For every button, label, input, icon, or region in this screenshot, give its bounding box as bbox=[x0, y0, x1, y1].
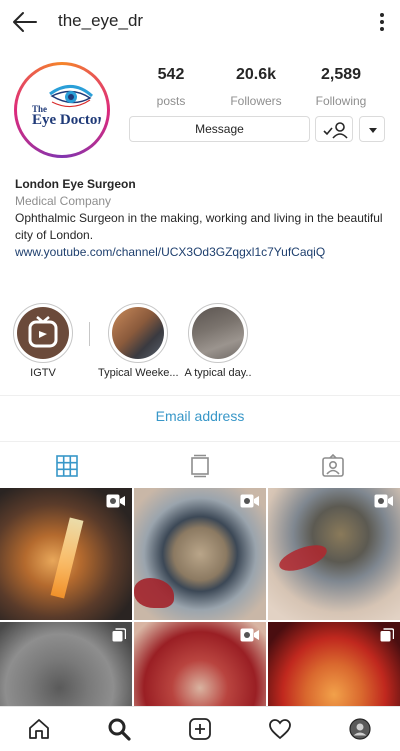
bio-name: London Eye Surgeon bbox=[15, 177, 136, 191]
stat-value: 2,589 bbox=[320, 66, 362, 83]
post-thumbnail[interactable] bbox=[268, 488, 400, 620]
tagged-icon bbox=[321, 454, 344, 477]
stat-label: posts bbox=[156, 94, 186, 108]
profile-bio: London Eye Surgeon Medical Company Ophth… bbox=[15, 176, 387, 261]
carousel-badge-icon bbox=[380, 628, 394, 642]
more-options-icon[interactable] bbox=[378, 12, 386, 32]
eye-doctor-logo: The Eye Doctor bbox=[22, 70, 102, 150]
highlight-cover bbox=[112, 307, 164, 359]
post-thumbnail[interactable] bbox=[268, 622, 400, 706]
logo-text-main: Eye Doctor bbox=[32, 112, 102, 128]
highlight-separator bbox=[89, 322, 90, 346]
nav-home[interactable] bbox=[25, 715, 53, 743]
carousel-badge-icon bbox=[112, 628, 126, 642]
post-thumbnail[interactable] bbox=[134, 488, 266, 620]
followers-count[interactable]: 20.6k Followers bbox=[216, 66, 296, 108]
profile-avatar[interactable]: The Eye Doctor bbox=[14, 62, 110, 158]
tagged-tab[interactable] bbox=[266, 452, 399, 480]
highlight-typical-weekend[interactable]: Typical Weeke... bbox=[98, 303, 178, 379]
highlight-ring bbox=[188, 303, 248, 363]
home-icon bbox=[29, 719, 49, 739]
highlight-label: IGTV bbox=[30, 367, 56, 379]
posts-grid bbox=[0, 488, 400, 706]
post-highlight bbox=[134, 578, 174, 608]
highlight-igtv[interactable]: IGTV bbox=[3, 303, 83, 379]
igtv-tab[interactable] bbox=[133, 452, 266, 480]
stat-label: Following bbox=[315, 94, 367, 108]
chevron-down-icon bbox=[369, 128, 377, 133]
post-thumbnail[interactable] bbox=[0, 622, 132, 706]
back-arrow-icon[interactable] bbox=[12, 10, 38, 34]
posts-count[interactable]: 542 posts bbox=[131, 66, 211, 108]
profile-username: the_eye_dr bbox=[58, 11, 144, 30]
video-badge-icon bbox=[106, 494, 125, 508]
highlight-ring bbox=[108, 303, 168, 363]
post-thumbnail[interactable] bbox=[134, 622, 266, 706]
grid-icon bbox=[55, 455, 78, 477]
bio-category: Medical Company bbox=[15, 194, 112, 208]
grid-tab[interactable] bbox=[0, 452, 133, 480]
message-button[interactable]: Message bbox=[129, 116, 310, 142]
video-badge-icon bbox=[240, 628, 259, 642]
divider bbox=[0, 441, 400, 442]
highlight-cover bbox=[17, 307, 69, 359]
bio-text: Ophthalmic Surgeon in the making, workin… bbox=[15, 211, 383, 242]
bio-website-link[interactable]: www.youtube.com/channel/UCX3Od3GZqgxl1c7… bbox=[15, 244, 387, 261]
stat-label: Followers bbox=[230, 94, 282, 108]
suggested-dropdown-button[interactable] bbox=[359, 116, 385, 142]
following-check-icon bbox=[323, 122, 348, 139]
following-count[interactable]: 2,589 Following bbox=[301, 66, 381, 108]
search-icon bbox=[108, 718, 131, 741]
post-highlight bbox=[276, 540, 330, 576]
nav-activity[interactable] bbox=[266, 715, 294, 743]
bottom-navigation bbox=[0, 706, 400, 751]
profile-avatar-icon bbox=[349, 718, 371, 740]
video-badge-icon bbox=[240, 494, 259, 508]
avatar-border: The Eye Doctor bbox=[17, 65, 107, 155]
video-badge-icon bbox=[374, 494, 393, 508]
highlight-label: Typical Weeke... bbox=[98, 367, 178, 379]
divider bbox=[0, 395, 400, 396]
nav-profile[interactable] bbox=[346, 715, 374, 743]
highlight-ring bbox=[13, 303, 73, 363]
igtv-tab-icon bbox=[190, 454, 209, 478]
new-post-icon bbox=[189, 718, 211, 740]
post-highlight bbox=[50, 517, 84, 599]
highlight-cover bbox=[192, 307, 244, 359]
stat-value: 20.6k bbox=[235, 66, 277, 83]
stat-value: 542 bbox=[157, 66, 185, 83]
igtv-icon bbox=[28, 316, 58, 348]
highlight-label: A typical day.. bbox=[184, 367, 252, 379]
top-bar: the_eye_dr bbox=[0, 0, 400, 44]
post-thumbnail[interactable] bbox=[0, 488, 132, 620]
email-address-button[interactable]: Email address bbox=[0, 408, 400, 424]
following-button[interactable] bbox=[315, 116, 353, 142]
highlight-typical-day[interactable]: A typical day.. bbox=[178, 303, 258, 379]
nav-search[interactable] bbox=[105, 715, 133, 743]
activity-heart-icon bbox=[269, 719, 291, 740]
nav-new-post[interactable] bbox=[186, 715, 214, 743]
